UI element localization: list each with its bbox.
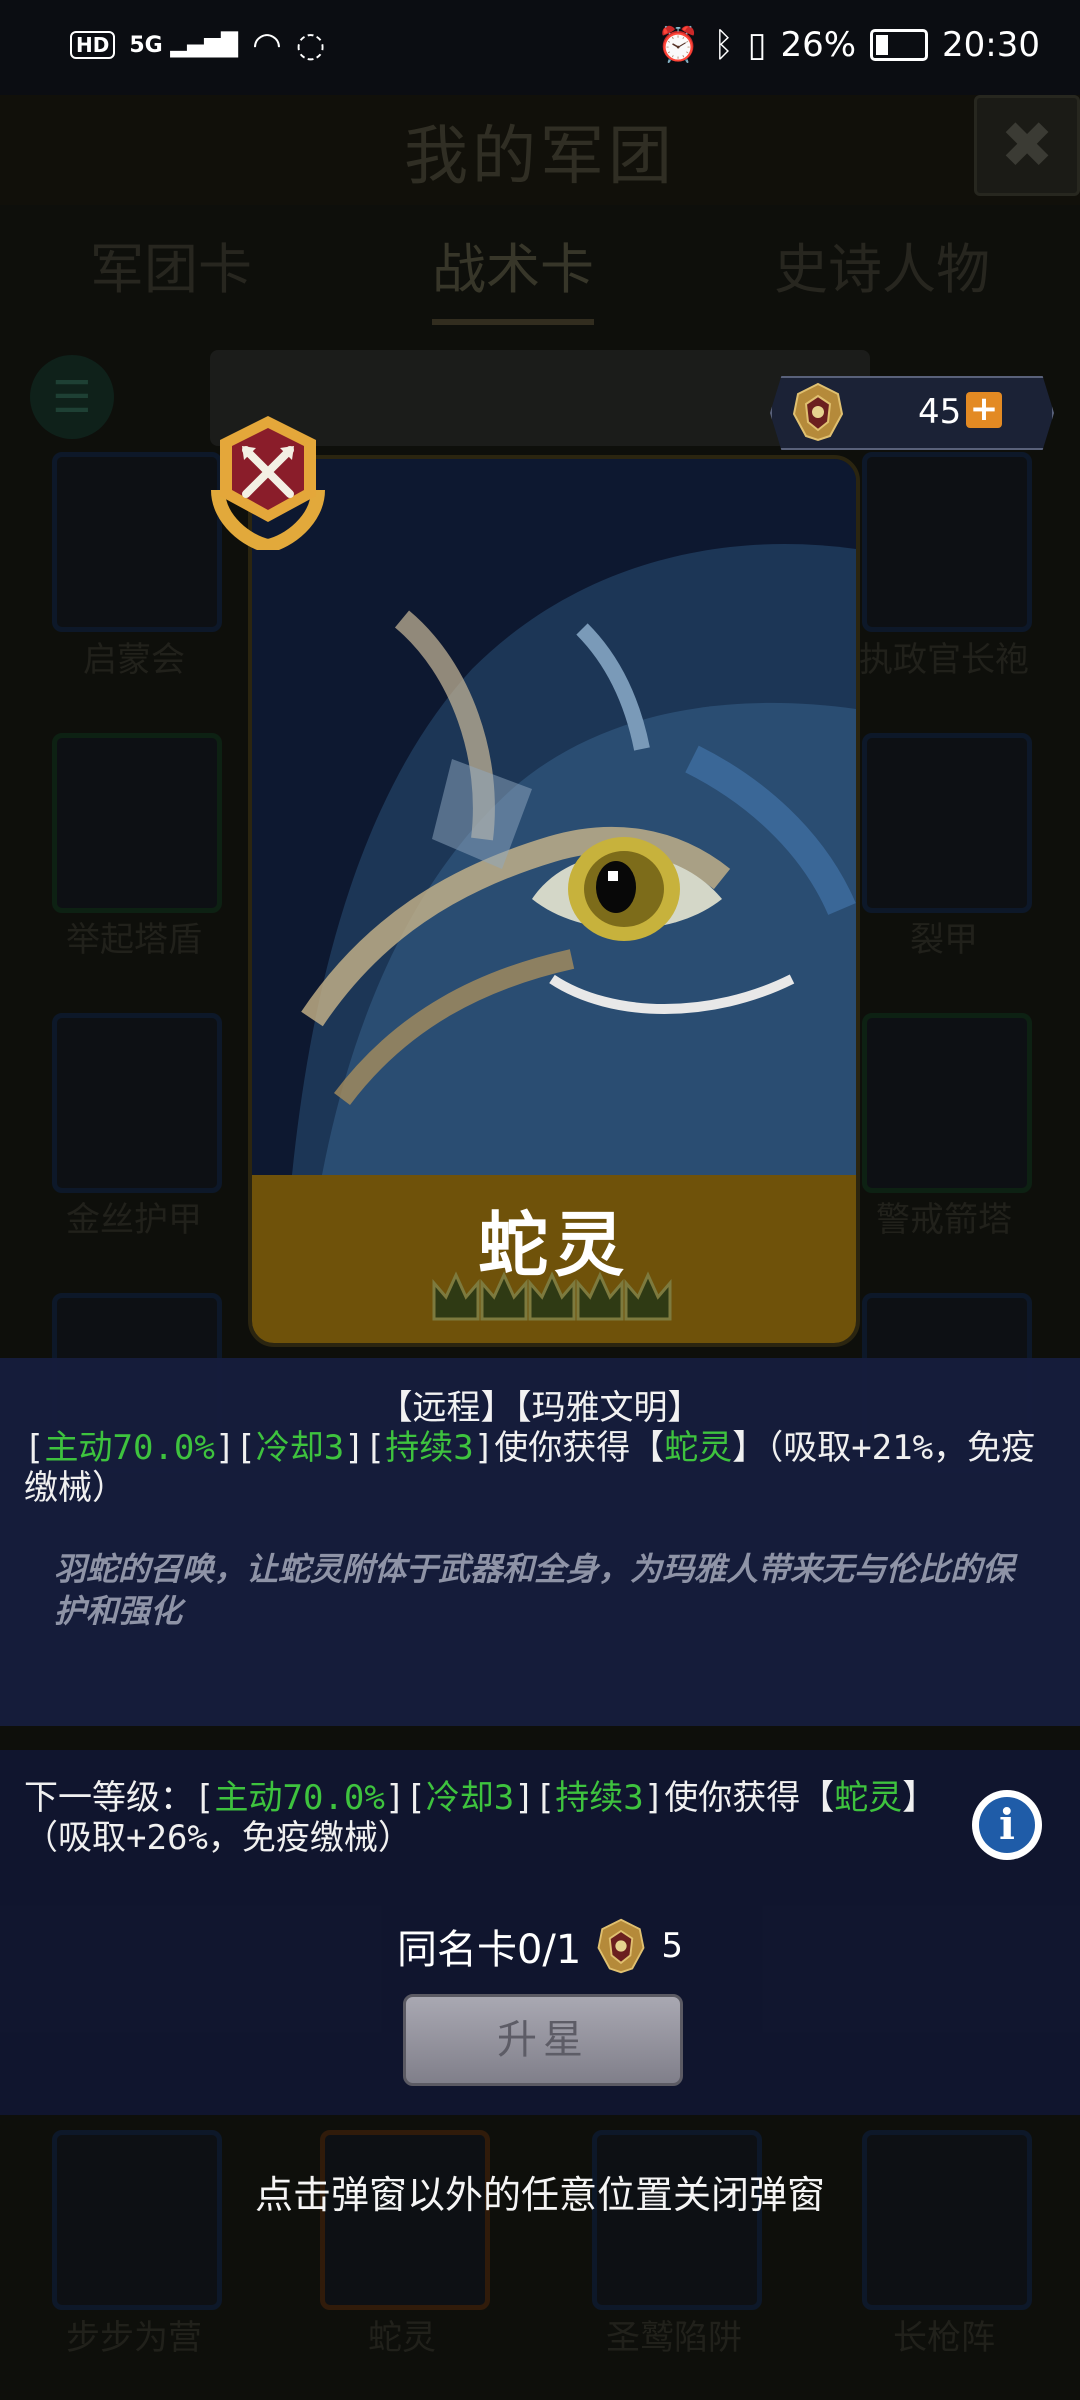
alarm-icon: ⏰ [656,25,700,65]
upgrade-star-button[interactable]: 升星 [403,1994,683,2086]
card-tags: 【远程】【玛雅文明】 [378,1388,702,1428]
dismiss-hint: 点击弹窗以外的任意位置关闭弹窗 [254,2173,825,2217]
add-currency-button[interactable]: + [966,392,1002,428]
card-flavor-text: 羽蛇的召唤，让蛇灵附体于武器和全身，为玛雅人带来无与伦比的保护和强化 [54,1550,1015,1630]
legion-emblem-icon [792,382,844,442]
tactic-card: 蛇灵 [248,455,860,1347]
status-bar: HD 5G ▂▄▆█ ◠ ◌ ⏰ ᛒ ▯ 26% 20:30 [0,0,1080,95]
currency-amount: 45 [918,392,962,432]
card-effect-text: [主动70.0%][冷却3][持续3]使你获得【蛇灵】（吸取+21%，免疫缴械） [24,1428,1036,1508]
next-level-text: 下一等级：[主动70.0%][冷却3][持续3]使你获得【蛇灵】（吸取+26%，… [24,1778,920,1858]
currency-display: 45 + [770,376,1054,450]
duplicate-count: 同名卡0/1 [396,1927,582,1973]
clock: 20:30 [942,25,1040,65]
upgrade-cost: 5 [661,1926,683,1966]
info-button[interactable]: i [972,1790,1042,1860]
signal-icon: 5G ▂▄▆█ [129,32,239,58]
ranged-class-badge-icon [211,416,325,550]
info-icon: i [979,1797,1035,1853]
legion-emblem-icon [597,1918,645,1974]
duplicate-card-row: 同名卡0/1 5 [0,1916,1080,1976]
battery-percent: 26% [780,25,857,65]
hd-badge: HD [70,31,116,59]
wifi-icon: ◠ [252,25,282,65]
serpent-spirit-artwork [252,459,856,1175]
sync-icon: ◌ [295,25,326,65]
battery-icon [870,29,929,61]
bluetooth-icon: ᛒ [713,25,734,65]
vibrate-icon: ▯ [747,25,767,65]
star-rating-crowns [432,1271,672,1321]
